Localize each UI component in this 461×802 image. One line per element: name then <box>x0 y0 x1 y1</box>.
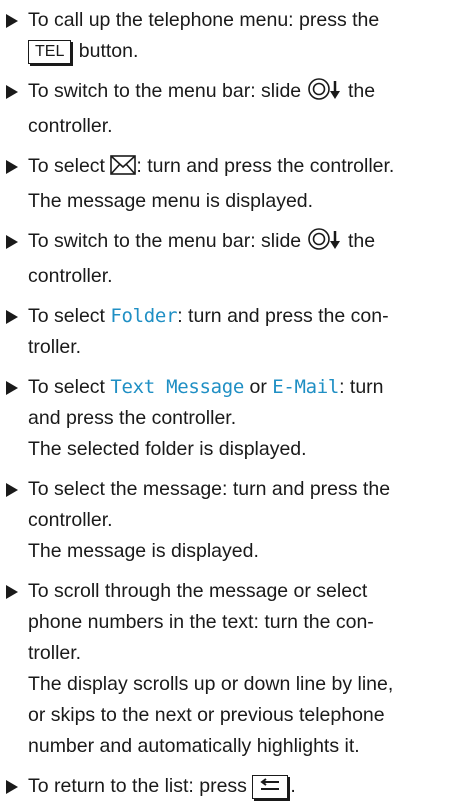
step-result: The message menu is displayed. <box>28 190 314 212</box>
step-result-line3: number and automatically highlights it. <box>28 735 360 757</box>
step-text-post: : turn and press the controller. <box>136 155 395 177</box>
step-select-type: To select Text Message or E-Mail: turn a… <box>6 372 453 465</box>
step-text-post: . <box>290 775 296 797</box>
instruction-page: To call up the telephone menu: press the… <box>0 0 461 802</box>
step-text-post: : turn and press the con- <box>177 305 389 327</box>
controller-slide-down-icon <box>307 227 343 261</box>
bullet-icon <box>6 235 18 249</box>
folder-label: Folder <box>110 305 178 327</box>
step-text-pre: To switch to the menu bar: slide <box>28 80 302 102</box>
step-text-mid: or <box>249 376 267 398</box>
step-select-the-message: To select the message: turn and press th… <box>6 474 453 567</box>
back-button-icon <box>252 775 289 799</box>
step-result-line1: The display scrolls up or down line by l… <box>28 673 394 695</box>
bullet-icon <box>6 160 18 174</box>
controller-slide-down-icon <box>307 77 343 111</box>
step-select-message: To select : turn and press the controlle… <box>6 151 453 217</box>
step-text-line1: To scroll through the message or select <box>28 580 368 602</box>
bullet-icon <box>6 14 18 28</box>
step-select-folder: To select Folder: turn and press the con… <box>6 301 453 363</box>
bullet-icon <box>6 381 18 395</box>
step-text-line3: troller. <box>28 642 82 664</box>
step-text-post: : turn <box>339 376 384 398</box>
text-message-label: Text Message <box>110 376 245 398</box>
step-result-line2: or skips to the next or previous telepho… <box>28 704 385 726</box>
step-text-pre: To select <box>28 305 105 327</box>
step-text: To call up the telephone menu: press the <box>28 5 453 36</box>
envelope-icon <box>110 154 137 186</box>
step-text-post2: troller. <box>28 336 82 358</box>
step-text-pre: To select <box>28 376 105 398</box>
tel-button: TEL <box>28 40 72 64</box>
step-text-pre: To call up the telephone menu: press the <box>28 9 380 31</box>
step-text-post2: and press the controller. <box>28 407 237 429</box>
step-text-post: button. <box>78 40 139 62</box>
step-tel: To call up the telephone menu: press the… <box>6 5 453 67</box>
step-result: The selected folder is displayed. <box>28 438 307 460</box>
step-return: To return to the list: press . <box>6 771 453 802</box>
bullet-icon <box>6 85 18 99</box>
bullet-icon <box>6 483 18 497</box>
step-text-pre: To select <box>28 155 105 177</box>
step-text-line1: To select the message: turn and press th… <box>28 478 391 500</box>
step-result: The message is displayed. <box>28 540 259 562</box>
bullet-icon <box>6 310 18 324</box>
step-text-pre: To switch to the menu bar: slide <box>28 230 302 252</box>
bullet-icon <box>6 780 18 794</box>
step-text-line2: controller. <box>28 509 113 531</box>
step-text-pre: To return to the list: press <box>28 775 247 797</box>
step-text-line2: phone numbers in the text: turn the con- <box>28 611 374 633</box>
bullet-icon <box>6 585 18 599</box>
email-label: E-Mail <box>272 376 340 398</box>
step-scroll: To scroll through the message or select … <box>6 576 453 762</box>
step-menu-bar-1: To switch to the menu bar: slide the con… <box>6 76 453 142</box>
step-menu-bar-2: To switch to the menu bar: slide the con… <box>6 226 453 292</box>
